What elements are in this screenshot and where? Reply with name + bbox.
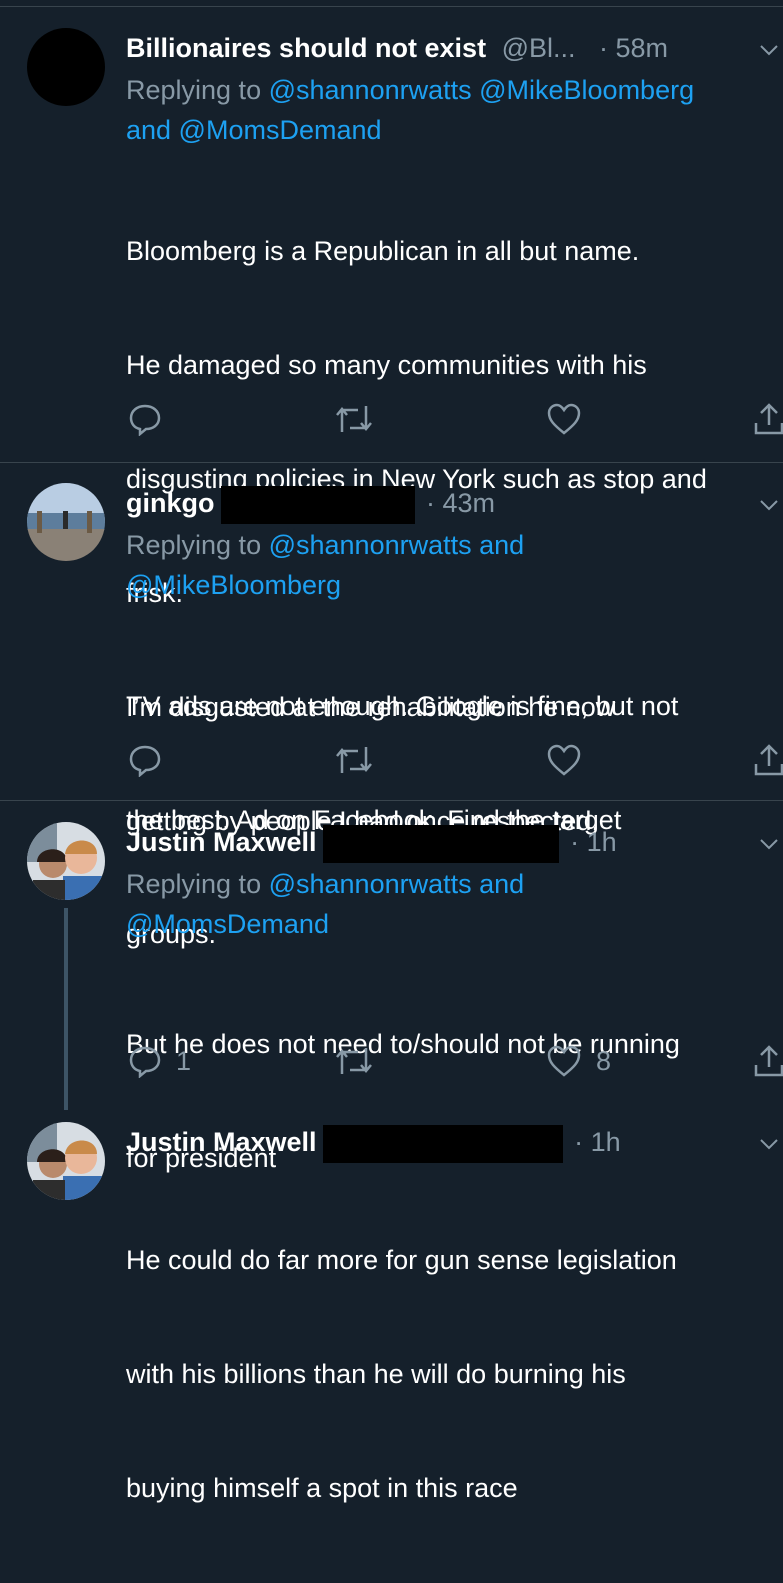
redaction-bar [322,1124,563,1163]
replying-and: and [471,530,525,560]
share-button[interactable] [752,743,783,777]
chevron-down-icon[interactable] [759,834,779,854]
redaction-bar [220,485,415,524]
reply-icon [129,1046,161,1078]
tweet-text-line: with his billions than he will do burnin… [126,1359,626,1389]
display-name[interactable]: ginkgo [126,488,215,518]
redaction-bar [322,824,559,863]
replying-and: and [471,869,525,899]
mention-link[interactable]: and @MomsDemand [126,115,382,145]
tweet-header: ginkgo · 43m [126,483,495,524]
mention-link[interactable]: @shannonrwatts [269,869,472,899]
display-name[interactable]: Billionaires should not exist [126,33,486,63]
timestamp[interactable]: · 58m [599,33,668,63]
timestamp[interactable]: · 1h [570,827,617,857]
share-button[interactable] [752,402,783,436]
divider [0,800,783,801]
like-icon [547,1045,581,1077]
top-divider [0,6,783,7]
chevron-down-icon[interactable] [759,1134,779,1154]
display-name[interactable]: Justin Maxwell [126,1127,317,1157]
avatar[interactable] [27,822,105,900]
reply-icon [129,404,161,436]
replying-to-cont: @MikeBloomberg [126,565,776,605]
like-button[interactable]: 8 [546,1044,611,1078]
retweet-icon [336,406,372,432]
tweet-header: Justin Maxwell · 1h [126,1122,621,1163]
timestamp[interactable]: · 43m [426,488,495,518]
avatar[interactable] [27,483,105,561]
chevron-down-icon[interactable] [759,495,779,515]
divider [0,462,783,463]
mention-link[interactable]: @MomsDemand [126,909,329,939]
like-button[interactable] [546,743,582,777]
reply-button[interactable] [128,402,162,436]
replying-to-cont: @MomsDemand [126,904,776,944]
tweet-header: Billionaires should not exist @Bl... · 5… [126,28,668,68]
like-icon [547,744,581,776]
share-button[interactable] [752,1044,783,1078]
reply-button[interactable] [128,743,162,777]
like-button[interactable] [546,402,582,436]
share-icon [754,403,783,435]
reply-button[interactable]: 1 [128,1044,191,1078]
share-icon [754,1045,783,1077]
replying-to-cont: and @MomsDemand [126,110,776,150]
timestamp[interactable]: · 1h [574,1127,621,1157]
avatar[interactable] [27,1122,105,1200]
retweet-button[interactable] [334,743,374,777]
reply-count: 1 [176,1045,192,1076]
mention-link[interactable]: @MikeBloomberg [126,570,341,600]
replying-to: Replying to @shannonrwatts @MikeBloomber… [126,70,776,110]
tweet-actions [0,743,783,783]
tweet-header: Justin Maxwell · 1h [126,822,617,863]
replying-prefix: Replying to [126,530,269,560]
replying-prefix: Replying to [126,75,269,105]
tweet-text-line: Bloomberg is a Republican in all but nam… [126,236,640,266]
avatar[interactable] [27,28,105,106]
replying-to: Replying to @shannonrwatts and [126,864,776,904]
tweet-actions: 1 8 [0,1044,783,1084]
retweet-icon [336,1048,372,1074]
tweet-text-line: TV ads are not enough. Google is fine, b… [126,691,679,721]
reply-icon [129,745,161,777]
tweet-text-line: He could do far more for gun sense legis… [126,1245,677,1275]
share-icon [754,744,783,776]
replying-prefix: Replying to [126,869,269,899]
retweet-icon [336,747,372,773]
replying-to: Replying to @shannonrwatts and [126,525,776,565]
retweet-button[interactable] [334,402,374,436]
mention-link[interactable]: @shannonrwatts [269,530,472,560]
display-name[interactable]: Justin Maxwell [126,827,317,857]
mention-link[interactable]: @shannonrwatts @MikeBloomberg [269,75,695,105]
tweet-text: He could do far more for gun sense legis… [126,1165,783,1583]
retweet-button[interactable] [334,1044,374,1078]
tweet-actions [0,402,783,442]
user-handle[interactable]: @Bl... [502,33,576,63]
like-icon [547,403,581,435]
like-count: 8 [596,1045,612,1076]
tweet-text-line: buying himself a spot in this race [126,1473,518,1503]
chevron-down-icon[interactable] [759,40,779,60]
tweet-text-line: He damaged so many communities with his [126,350,647,380]
